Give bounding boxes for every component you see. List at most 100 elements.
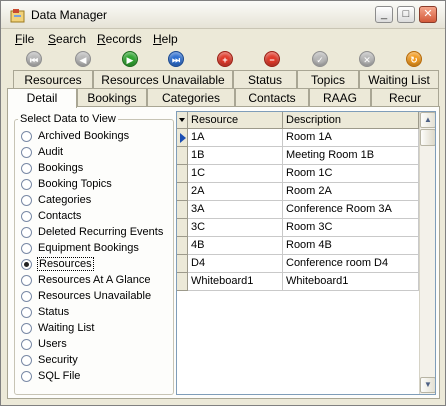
first-record-button[interactable]: ⏮: [26, 51, 42, 67]
cell-description[interactable]: Conference Room 3A: [283, 201, 419, 219]
radio-button-checked-icon[interactable]: [21, 259, 32, 270]
cell-resource[interactable]: 4B: [188, 237, 283, 255]
cell-description[interactable]: Conference room D4: [283, 255, 419, 273]
cell-resource[interactable]: 1C: [188, 165, 283, 183]
table-row[interactable]: 1C Room 1C: [177, 165, 419, 183]
row-selector[interactable]: [177, 255, 188, 273]
cell-description[interactable]: Room 1A: [283, 129, 419, 147]
cell-resource[interactable]: D4: [188, 255, 283, 273]
cell-resource[interactable]: 1A: [188, 129, 283, 147]
grid-corner[interactable]: [177, 112, 188, 129]
table-row[interactable]: 3A Conference Room 3A: [177, 201, 419, 219]
radio-button-icon[interactable]: [21, 323, 32, 334]
tab-detail[interactable]: Detail: [7, 88, 77, 108]
menu-search[interactable]: Search: [48, 32, 86, 46]
menu-file[interactable]: File: [15, 32, 34, 46]
tab-raag[interactable]: RAAG: [309, 88, 371, 107]
sort-arrow-icon: [179, 118, 185, 122]
radio-button-icon[interactable]: [21, 307, 32, 318]
tab-topics[interactable]: Topics: [297, 70, 359, 89]
cell-description[interactable]: Whiteboard1: [283, 273, 419, 291]
next-record-icon: ▶: [126, 55, 134, 65]
column-header-description[interactable]: Description: [283, 112, 419, 129]
table-row[interactable]: D4 Conference room D4: [177, 255, 419, 273]
row-selector[interactable]: [177, 273, 188, 291]
table-row[interactable]: Whiteboard1 Whiteboard1: [177, 273, 419, 291]
minimize-button[interactable]: _: [375, 6, 393, 23]
column-header-resource[interactable]: Resource: [188, 112, 283, 129]
cell-description[interactable]: Room 4B: [283, 237, 419, 255]
radio-button-icon[interactable]: [21, 291, 32, 302]
row-selector[interactable]: [177, 183, 188, 201]
tab-contacts[interactable]: Contacts: [235, 88, 309, 107]
table-row[interactable]: 1A Room 1A: [177, 129, 419, 147]
cell-resource[interactable]: 3C: [188, 219, 283, 237]
cell-resource[interactable]: 1B: [188, 147, 283, 165]
previous-record-button[interactable]: ◀: [75, 51, 91, 67]
resources-grid[interactable]: Resource Description 1A Room 1A 1B Meeti…: [176, 111, 436, 395]
next-record-button[interactable]: ▶: [122, 51, 138, 67]
row-selector[interactable]: [177, 201, 188, 219]
tab-categories[interactable]: Categories: [147, 88, 235, 107]
save-record-icon: ✓: [316, 55, 324, 65]
minimize-icon: _: [380, 8, 388, 20]
vertical-scrollbar[interactable]: ▲ ▼: [419, 112, 435, 394]
radio-button-icon[interactable]: [21, 227, 32, 238]
cell-description[interactable]: Meeting Room 1B: [283, 147, 419, 165]
title-bar[interactable]: Data Manager _ □ ✕: [1, 1, 445, 29]
grid-header: Resource Description: [177, 112, 419, 129]
cell-resource[interactable]: 2A: [188, 183, 283, 201]
radio-button-icon[interactable]: [21, 179, 32, 190]
table-row[interactable]: 3C Room 3C: [177, 219, 419, 237]
cell-resource[interactable]: 3A: [188, 201, 283, 219]
table-row[interactable]: 4B Room 4B: [177, 237, 419, 255]
row-selector[interactable]: [177, 165, 188, 183]
scroll-thumb[interactable]: [420, 129, 435, 146]
refresh-button[interactable]: ↻: [406, 51, 422, 67]
tab-bookings[interactable]: Bookings: [77, 88, 147, 107]
toolbar: ⏮ ◀ ▶ ⏭ + − ✓ ✕ ↻: [1, 49, 445, 71]
cell-description[interactable]: Room 3C: [283, 219, 419, 237]
radio-button-icon[interactable]: [21, 371, 32, 382]
cell-resource[interactable]: Whiteboard1: [188, 273, 283, 291]
tab-status[interactable]: Status: [233, 70, 297, 89]
radio-button-icon[interactable]: [21, 355, 32, 366]
radio-button-icon[interactable]: [21, 147, 32, 158]
menu-records[interactable]: Records: [97, 32, 142, 46]
row-selector[interactable]: [177, 237, 188, 255]
row-selector[interactable]: [177, 147, 188, 165]
radio-button-icon[interactable]: [21, 195, 32, 206]
tab-row-bottom: Detail Bookings Categories Contacts RAAG…: [7, 88, 439, 108]
detail-panel: Select Data to View Archived Bookings Au…: [7, 106, 440, 399]
add-record-button[interactable]: +: [217, 51, 233, 67]
table-row[interactable]: 1B Meeting Room 1B: [177, 147, 419, 165]
last-record-button[interactable]: ⏭: [168, 51, 184, 67]
row-selector[interactable]: [177, 219, 188, 237]
window-title: Data Manager: [31, 8, 108, 22]
tab-recur[interactable]: Recur: [371, 88, 439, 107]
radio-button-icon[interactable]: [21, 243, 32, 254]
tab-resources-unavailable[interactable]: Resources Unavailable: [93, 70, 233, 89]
tab-waiting-list[interactable]: Waiting List: [359, 70, 439, 89]
menu-help[interactable]: Help: [153, 32, 178, 46]
save-record-button[interactable]: ✓: [312, 51, 328, 67]
radio-button-icon[interactable]: [21, 275, 32, 286]
scroll-down-button[interactable]: ▼: [420, 377, 435, 393]
close-button[interactable]: ✕: [419, 6, 437, 23]
delete-record-button[interactable]: −: [264, 51, 280, 67]
cancel-edit-button[interactable]: ✕: [359, 51, 375, 67]
maximize-button[interactable]: □: [397, 6, 415, 23]
previous-record-icon: ◀: [79, 55, 87, 65]
radio-button-icon[interactable]: [21, 131, 32, 142]
scroll-up-button[interactable]: ▲: [420, 112, 435, 128]
cancel-edit-icon: ✕: [363, 55, 371, 65]
radio-button-icon[interactable]: [21, 339, 32, 350]
cell-description[interactable]: Room 1C: [283, 165, 419, 183]
select-data-legend: Select Data to View: [18, 113, 118, 125]
tab-resources[interactable]: Resources: [13, 70, 93, 89]
radio-button-icon[interactable]: [21, 211, 32, 222]
row-selector[interactable]: [177, 129, 188, 147]
table-row[interactable]: 2A Room 2A: [177, 183, 419, 201]
cell-description[interactable]: Room 2A: [283, 183, 419, 201]
radio-button-icon[interactable]: [21, 163, 32, 174]
